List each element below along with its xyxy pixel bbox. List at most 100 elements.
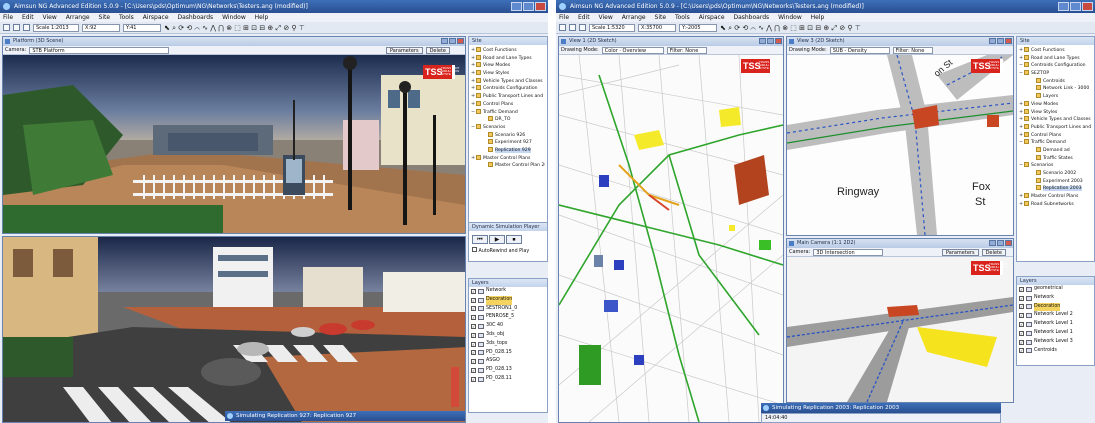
layer-row[interactable]: ✓ 30C 40 <box>469 322 547 331</box>
tree-item[interactable]: + View Styles <box>1019 108 1092 117</box>
tree-item[interactable]: + Road and Lane Types <box>1019 54 1092 63</box>
layer-visible-checkbox[interactable]: ✓ <box>1019 286 1024 292</box>
menu-tools[interactable]: Tools <box>675 14 690 21</box>
filter-select[interactable]: Filter: None <box>666 46 707 54</box>
view-maximize-button[interactable] <box>449 38 456 44</box>
tree-item[interactable]: + Control Plans <box>471 100 545 109</box>
menu-edit[interactable]: Edit <box>22 14 34 21</box>
layer-row[interactable]: ✓ Network <box>469 287 547 296</box>
view-close-button[interactable] <box>1005 240 1012 246</box>
layer-visible-checkbox[interactable]: ✓ <box>471 376 476 382</box>
menu-window[interactable]: Window <box>222 14 246 21</box>
open-icon[interactable] <box>13 24 20 31</box>
layer-visible-checkbox[interactable]: ✓ <box>471 315 476 321</box>
x-coordinate-field[interactable]: X:35700 <box>638 23 676 32</box>
menu-arrange[interactable]: Arrange <box>66 14 90 21</box>
play-button[interactable]: ▶ <box>489 235 505 244</box>
view-close-button[interactable] <box>1005 38 1012 44</box>
scale-field[interactable]: Scale 1:2013 <box>33 23 79 32</box>
layer-row[interactable]: ✓ PENROSE_5 <box>469 313 547 322</box>
menu-dashboards[interactable]: Dashboards <box>177 14 213 21</box>
y-coordinate-field[interactable]: Y:-2005 <box>679 23 717 32</box>
intersection-map[interactable]: Ringway Fox St on St <box>787 55 1013 235</box>
tree-item[interactable]: − Scenarios <box>1019 162 1092 170</box>
drawing-mode-select[interactable]: SUB - Density <box>829 46 890 54</box>
layer-row[interactable]: ✓ geometrical <box>1017 285 1094 294</box>
tree-item[interactable]: Layers <box>1019 93 1092 101</box>
layer-visible-checkbox[interactable]: ✓ <box>471 324 476 330</box>
editing-tools[interactable]: ⬉ ⌕ ⟳ ⟲ ⌒ ∿ ⋀ ⋂ ⊗ ⬚ ⊞ ⊡ ⊟ ⊕ ⤢ ⊘ ⚲ ⊤ <box>720 24 861 32</box>
camera-select[interactable]: STB Platform <box>29 46 170 54</box>
scale-field[interactable]: Scale 1:5320 <box>589 23 635 32</box>
maximize-button[interactable] <box>1070 2 1081 11</box>
layer-visible-checkbox[interactable]: ✓ <box>1019 322 1024 328</box>
tree-item[interactable]: + View Styles <box>471 70 545 78</box>
tree-item[interactable]: Traffic States <box>1019 154 1092 163</box>
tree-item[interactable]: Experiment 927 <box>471 139 545 147</box>
layer-visible-checkbox[interactable]: ✓ <box>1019 348 1024 354</box>
tree-item[interactable]: +Public Transport Lines and Pla <box>1019 123 1092 132</box>
x-coordinate-field[interactable]: X:92 <box>82 23 120 32</box>
layer-row[interactable]: ✓ Decoration <box>469 295 547 305</box>
tree-item[interactable]: + Vehicle Types and Classes <box>471 77 545 86</box>
tree-item[interactable]: DR_TO <box>471 116 545 124</box>
tree-item[interactable]: − Traffic Demand <box>471 108 545 117</box>
delete-camera-button[interactable]: Delete <box>425 46 450 54</box>
menu-file[interactable]: File <box>3 14 13 21</box>
view-minimize-button[interactable] <box>989 38 996 44</box>
delete-camera-button[interactable]: Delete <box>981 248 1006 256</box>
menu-help[interactable]: Help <box>255 14 269 21</box>
layer-visible-checkbox[interactable]: ✓ <box>471 332 476 338</box>
minimize-button[interactable] <box>1058 2 1069 11</box>
tree-item[interactable]: + View Modes <box>1019 100 1092 109</box>
intersection-3d-scene[interactable] <box>3 237 466 423</box>
autorewind-checkbox[interactable] <box>472 247 477 252</box>
tree-item[interactable]: + Cost Functions <box>471 47 545 55</box>
tree-item[interactable]: + Control Plans <box>1019 131 1092 140</box>
layer-row[interactable]: ✓ Network <box>1017 294 1094 303</box>
tree-item[interactable]: + Cost Functions <box>1019 47 1092 55</box>
rewind-button[interactable]: ⏮ <box>472 235 488 244</box>
layer-visible-checkbox[interactable]: ✓ <box>471 368 476 374</box>
layer-visible-checkbox[interactable]: ✓ <box>471 297 476 303</box>
layer-visible-checkbox[interactable]: ✓ <box>471 359 476 365</box>
menu-tools[interactable]: Tools <box>119 14 134 21</box>
tree-item[interactable]: + Vehicle Types and Classes <box>1019 116 1092 124</box>
y-coordinate-field[interactable]: Y:41 <box>123 23 161 32</box>
layer-visible-checkbox[interactable]: ✓ <box>471 306 476 312</box>
stop-button[interactable]: ⏹ <box>506 235 522 244</box>
view-maximize-button[interactable] <box>997 240 1004 246</box>
menu-site[interactable]: Site <box>655 14 667 21</box>
layer-row[interactable]: ✓ Network Level 2 <box>1017 311 1094 320</box>
parameters-button[interactable]: Parameters <box>385 46 423 54</box>
menu-view[interactable]: View <box>599 14 613 21</box>
layer-row[interactable]: ✓ PD_028.15 <box>469 349 547 358</box>
tree-item[interactable]: Demand ad <box>1019 146 1092 155</box>
layer-row[interactable]: ✓ Network Level 1 <box>1017 320 1094 329</box>
view-minimize-button[interactable] <box>989 240 996 246</box>
tree-item[interactable]: Scenario 2002 <box>1019 170 1092 178</box>
tree-item[interactable]: Experiment 2003 <box>1019 177 1092 186</box>
filter-select[interactable]: Filter: None <box>892 46 933 54</box>
layer-row[interactable]: ✓ Decoration <box>1017 302 1094 312</box>
layer-row[interactable]: ✓ 3ds_tops <box>469 340 547 349</box>
view-maximize-button[interactable] <box>997 38 1004 44</box>
close-button[interactable] <box>535 2 546 11</box>
layer-visible-checkbox[interactable]: ✓ <box>1019 304 1024 310</box>
editing-tools[interactable]: ⬉ ⌕ ⟳ ⟲ ⌒ ∿ ⋀ ⋂ ⊗ ⬚ ⊞ ⊡ ⊟ ⊕ ⤢ ⊘ ⚲ ⊤ <box>164 24 305 32</box>
save-icon[interactable] <box>23 24 30 31</box>
tree-item[interactable]: Network Link - 3000 <box>1019 85 1092 93</box>
view-close-button[interactable] <box>775 38 782 44</box>
menu-arrange[interactable]: Arrange <box>622 14 646 21</box>
layer-visible-checkbox[interactable]: ✓ <box>1019 339 1024 345</box>
menu-window[interactable]: Window <box>778 14 802 21</box>
view-close-button[interactable] <box>457 38 464 44</box>
open-icon[interactable] <box>569 24 576 31</box>
tree-item[interactable]: + Road and Lane Types <box>471 54 545 63</box>
tree-item[interactable]: Centroids <box>1019 77 1092 86</box>
view-minimize-button[interactable] <box>759 38 766 44</box>
maximize-button[interactable] <box>523 2 534 11</box>
tree-item[interactable]: + Centroids Configuration <box>471 85 545 93</box>
layer-visible-checkbox[interactable]: ✓ <box>471 288 476 294</box>
menu-view[interactable]: View <box>43 14 57 21</box>
